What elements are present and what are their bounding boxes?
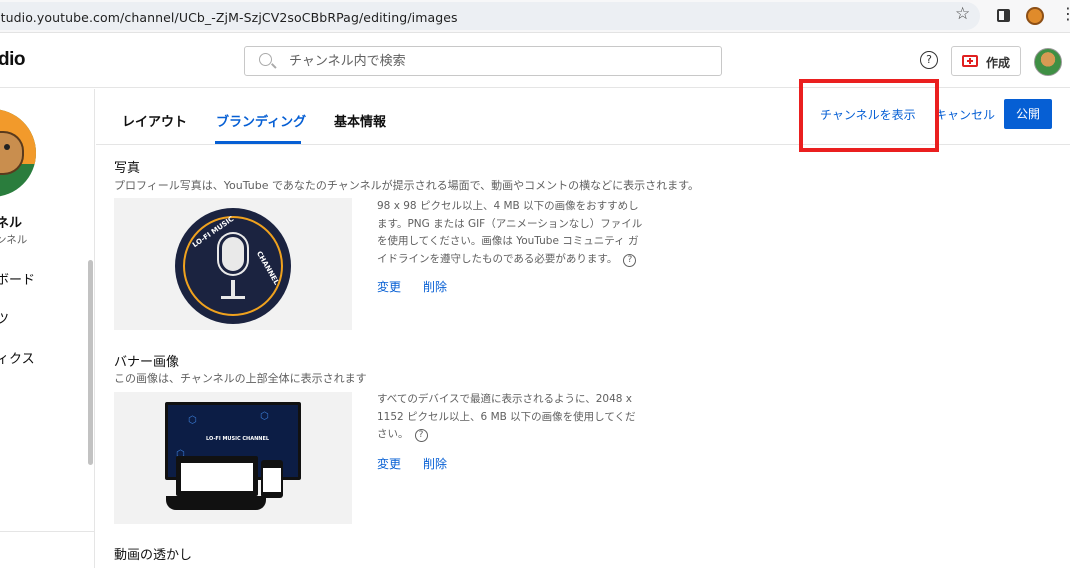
side-panel-icon[interactable]: [997, 9, 1010, 22]
channel-subtitle: ンネル: [0, 234, 28, 246]
sidebar-item-content[interactable]: ツ: [0, 308, 9, 327]
create-video-icon: [962, 55, 978, 67]
photo-section-title: 写真: [114, 161, 141, 176]
main-content: レイアウト ブランディング 基本情報 キャンセル チャンネルを表示 公開 写真 …: [96, 79, 1070, 568]
banner-section-description: この画像は、チャンネルの上部全体に表示されます: [114, 372, 367, 385]
active-tab-indicator: [215, 141, 301, 144]
tab-layout[interactable]: レイアウト: [122, 111, 187, 130]
create-button[interactable]: 作成: [951, 46, 1021, 76]
microphone-base: [221, 296, 245, 299]
photo-section-description: プロフィール写真は、YouTube であなたのチャンネルが提示される場面で、動画…: [114, 179, 700, 192]
banner-preview: ⬡ ⬡ ⬡ LO-FI MUSIC CHANNEL: [114, 392, 352, 524]
sidebar-scrollbar[interactable]: [88, 260, 93, 465]
browser-toolbar: s studio.youtube.com/channel/UCb_-ZjM-Sz…: [0, 0, 1070, 33]
account-avatar[interactable]: [1034, 48, 1062, 76]
avatar-eye: [4, 144, 10, 150]
channel-name: ネル: [0, 216, 23, 231]
banner-section-title: バナー画像: [114, 355, 180, 370]
cancel-button[interactable]: キャンセル: [935, 106, 995, 123]
tabs-bar: レイアウト ブランディング 基本情報 キャンセル チャンネルを表示 公開: [96, 79, 1070, 152]
sidebar-item-analytics[interactable]: ィクス: [0, 348, 35, 367]
hex-pattern-icon: ⬡: [260, 411, 269, 422]
profile-photo-preview: LO-FI MUSIC CHANNEL: [114, 198, 352, 330]
studio-logo[interactable]: dio: [0, 49, 26, 71]
banner-help-icon[interactable]: ?: [414, 429, 428, 442]
tab-branding[interactable]: ブランディング: [216, 111, 306, 130]
microphone-icon: [219, 234, 247, 274]
bookmark-star-icon[interactable]: ☆: [955, 4, 970, 24]
photo-help-icon[interactable]: ?: [623, 253, 637, 267]
banner-screen-title: LO-FI MUSIC CHANNEL: [206, 436, 270, 442]
phone-image: [261, 460, 283, 498]
url-text[interactable]: studio.youtube.com/channel/UCb_-ZjM-SzjC…: [0, 10, 458, 25]
help-icon[interactable]: ?: [920, 51, 938, 69]
sidebar-item-dashboard[interactable]: ボード: [0, 269, 35, 288]
search-input[interactable]: [289, 47, 709, 75]
address-bar[interactable]: s studio.youtube.com/channel/UCb_-ZjM-Sz…: [0, 2, 980, 30]
publish-button[interactable]: 公開: [1004, 99, 1052, 129]
channel-logo-image: LO-FI MUSIC CHANNEL: [175, 208, 291, 324]
sidebar-divider: [0, 531, 95, 532]
search-icon: [259, 53, 272, 66]
microphone-stand: [231, 280, 235, 296]
banner-delete-button[interactable]: 削除: [423, 455, 447, 472]
highlight-annotation: [799, 79, 939, 152]
photo-change-button[interactable]: 変更: [377, 278, 401, 295]
photo-requirements: 98 x 98 ピクセル以上、4 MB 以下の画像をおすすめします。PNG また…: [377, 198, 645, 268]
tab-basic-info[interactable]: 基本情報: [334, 111, 386, 130]
banner-change-button[interactable]: 変更: [377, 455, 401, 472]
banner-requirements: すべてのデバイスで最適に表示されるように、2048 x 1152 ピクセル以上、…: [377, 391, 645, 444]
laptop-base: [166, 496, 266, 510]
hex-pattern-icon: ⬡: [188, 415, 197, 426]
photo-delete-button[interactable]: 削除: [423, 278, 447, 295]
search-box[interactable]: [244, 46, 722, 76]
browser-profile-icon[interactable]: [1026, 7, 1044, 25]
photo-requirements-text: 98 x 98 ピクセル以上、4 MB 以下の画像をおすすめします。PNG また…: [377, 200, 643, 265]
sidebar: ネル ンネル ボード ツ ィクス: [0, 89, 95, 568]
browser-menu-icon[interactable]: ⋮: [1060, 6, 1070, 22]
channel-avatar[interactable]: [0, 109, 36, 197]
laptop-image: [176, 456, 258, 496]
create-label: 作成: [986, 56, 1011, 70]
watermark-section-title: 動画の透かし: [114, 548, 193, 563]
